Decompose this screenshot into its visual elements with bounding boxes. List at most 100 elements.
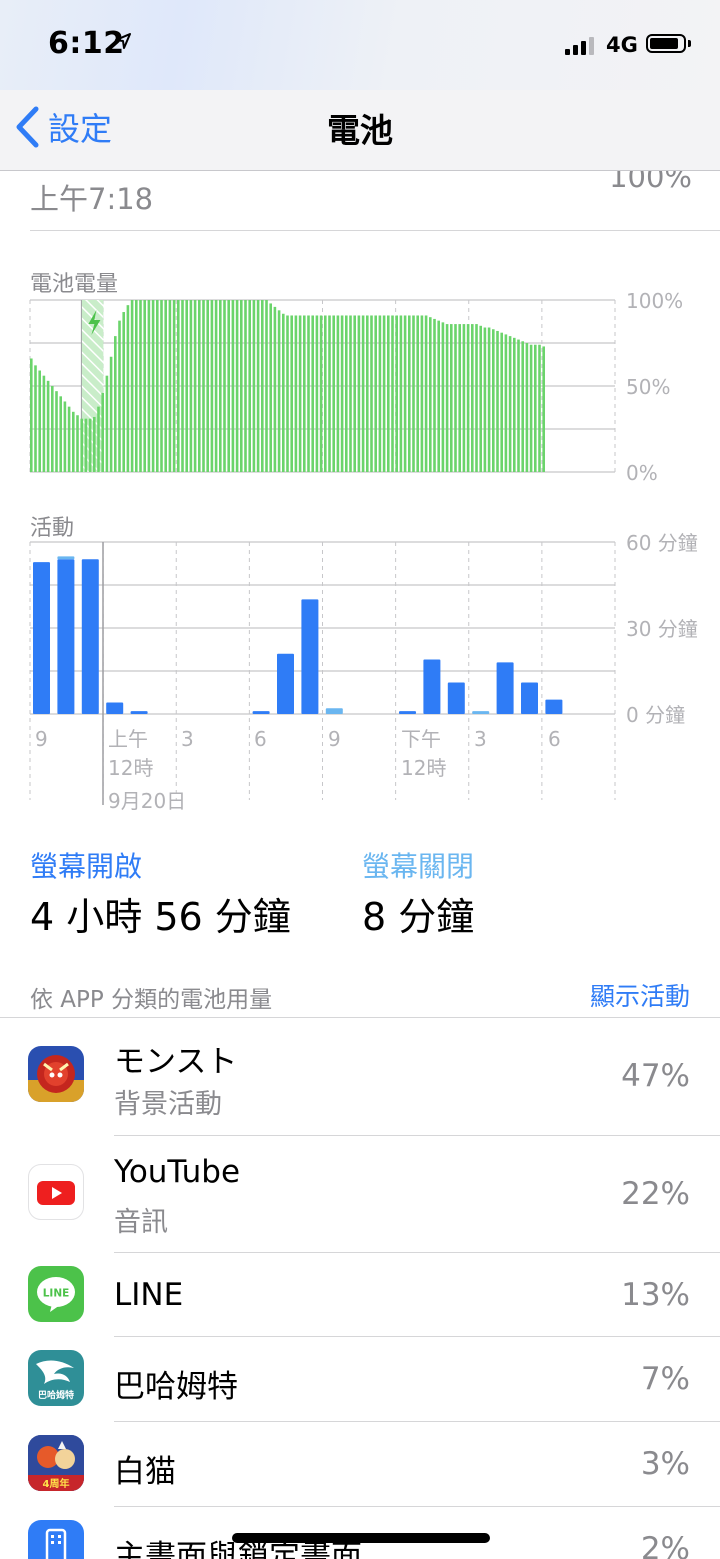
battery-bar — [244, 300, 247, 472]
x-tick-label: 3 — [181, 727, 194, 751]
battery-bar — [282, 313, 285, 472]
battery-bar — [67, 406, 71, 472]
battery-bar — [223, 300, 226, 472]
app-row-monster-strike[interactable]: モンスト 背景活動 47% — [0, 1018, 720, 1135]
monster-strike-icon — [28, 1046, 84, 1102]
battery-bar — [345, 315, 348, 472]
battery-bar — [433, 318, 436, 472]
battery-bar — [55, 391, 58, 472]
network-type: 4G — [606, 33, 638, 57]
battery-bar — [122, 312, 125, 472]
svg-text:巴哈姆特: 巴哈姆特 — [38, 1389, 74, 1401]
show-activity-button[interactable]: 顯示活動 — [590, 977, 690, 1013]
battery-bar — [361, 315, 365, 472]
battery-bar — [46, 380, 50, 472]
battery-bar — [336, 315, 340, 472]
battery-bar — [63, 401, 67, 472]
app-percent: 3% — [640, 1446, 690, 1482]
screen-off-bar — [57, 556, 75, 560]
x-tick-label: 下午 — [401, 727, 441, 751]
battery-bar — [462, 324, 466, 472]
battery-bar — [59, 396, 62, 472]
battery-bar — [366, 315, 369, 472]
battery-bar — [290, 315, 293, 472]
screen-off-label: 螢幕關閉 — [362, 850, 475, 883]
battery-bar — [374, 315, 377, 472]
battery-bar — [529, 344, 533, 472]
battery-bar — [185, 300, 188, 472]
battery-bar — [231, 300, 235, 472]
app-name: LINE — [114, 1277, 184, 1313]
youtube-icon — [28, 1164, 84, 1220]
app-row-line[interactable]: LINE LINE 13% — [0, 1253, 720, 1336]
battery-bar — [382, 315, 386, 472]
battery-bar — [72, 411, 75, 472]
screen-on-bar — [81, 559, 99, 714]
app-name: YouTube — [114, 1154, 241, 1190]
battery-bar — [315, 315, 319, 472]
battery-bar — [34, 365, 37, 472]
activity-chart: 60 分鐘 30 分鐘 0 分鐘 9 上午 12時 3 6 9 下午 12時 3 6 9月20日 — [29, 531, 698, 813]
battery-bar — [420, 315, 424, 472]
battery-bar — [387, 315, 390, 472]
battery-bar — [298, 315, 302, 472]
page-title-overlay: 電池 — [327, 111, 393, 150]
screen-on-bar — [301, 599, 319, 714]
battery-bar — [496, 330, 499, 472]
battery-bar — [479, 325, 482, 472]
app-row-shironeko[interactable]: 4周年 白猫 3% — [0, 1422, 720, 1506]
battery-bar — [227, 300, 230, 472]
battery-bar — [319, 315, 323, 472]
status-time: 6:12 — [48, 26, 125, 61]
app-name: 白猫 — [114, 1454, 176, 1490]
screen-on-bar — [57, 559, 75, 714]
battery-bar — [424, 315, 428, 472]
battery-bar — [328, 315, 331, 472]
screen-off-bar — [325, 708, 343, 714]
app-row-bahamut[interactable]: 巴哈姆特 巴哈姆特 7% — [0, 1337, 720, 1421]
battery-bar — [118, 320, 121, 472]
battery-bar — [441, 322, 445, 472]
app-row-youtube[interactable]: YouTube 音訊 22% — [0, 1136, 720, 1252]
screen-on-bar — [447, 682, 465, 714]
battery-bar — [521, 341, 524, 472]
battery-cap — [688, 40, 691, 47]
battery-bar — [487, 327, 491, 472]
battery-bar — [504, 334, 508, 472]
battery-bar — [416, 315, 419, 472]
battery-bar — [307, 315, 310, 472]
battery-bar — [219, 300, 222, 472]
app-percent: 47% — [621, 1058, 690, 1094]
battery-bar — [454, 324, 457, 472]
date-label: 9月20日 — [108, 789, 186, 813]
battery-bar — [143, 300, 146, 472]
x-tick-label: 上午 — [108, 727, 148, 751]
app-percent: 22% — [621, 1176, 690, 1212]
battery-bar — [349, 315, 352, 472]
battery-bar — [114, 336, 117, 472]
battery-bar — [181, 300, 184, 472]
home-indicator[interactable] — [232, 1533, 490, 1543]
battery-bar — [84, 418, 88, 472]
battery-bar — [42, 375, 46, 472]
divider — [30, 230, 720, 231]
svg-text:LINE: LINE — [43, 1288, 70, 1300]
battery-bar — [130, 300, 134, 472]
x-tick-label: 3 — [474, 727, 487, 751]
battery-bar — [403, 315, 407, 472]
battery-bar — [101, 392, 104, 472]
battery-bar — [88, 418, 92, 472]
x-tick-label: 12時 — [401, 756, 446, 780]
x-tick-label: 6 — [254, 727, 267, 751]
battery-bar — [189, 300, 193, 472]
battery-bar — [38, 370, 41, 472]
bahamut-icon: 巴哈姆特 — [28, 1350, 84, 1406]
shironeko-icon: 4周年 — [28, 1435, 84, 1491]
y-tick-label: 30 分鐘 — [626, 617, 698, 641]
screen-on-value: 4 小時 56 分鐘 — [30, 895, 291, 939]
battery-bar — [151, 300, 155, 472]
battery-icon — [646, 34, 686, 53]
app-name: 巴哈姆特 — [114, 1369, 238, 1405]
battery-bar — [256, 300, 260, 472]
battery-bar — [269, 303, 272, 472]
